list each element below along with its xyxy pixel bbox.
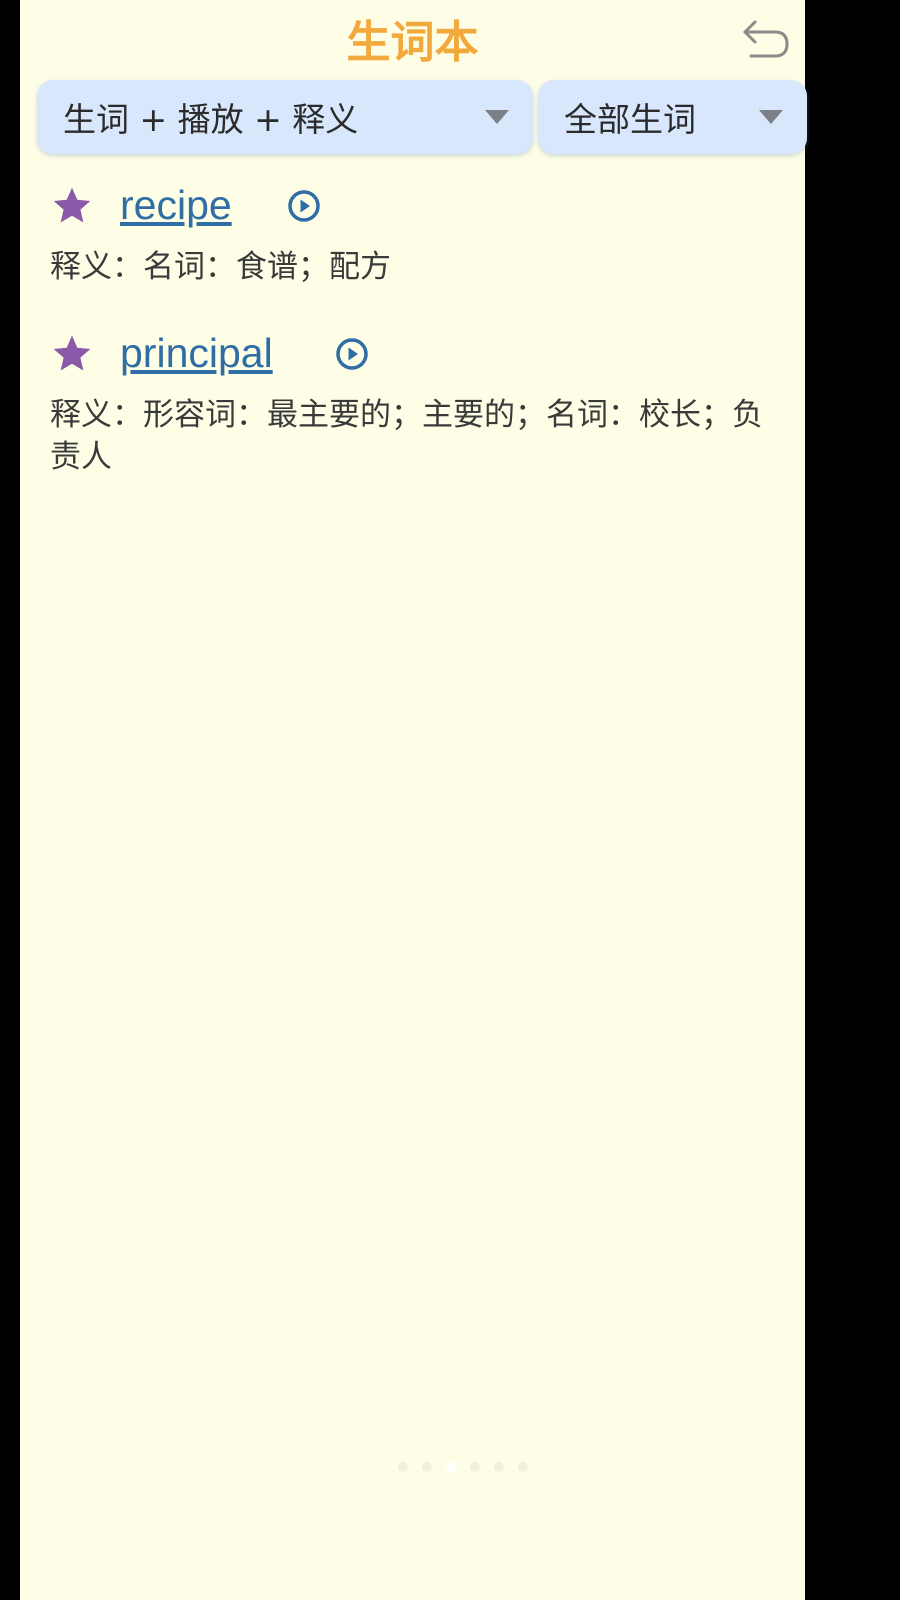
page-dot: [494, 1462, 504, 1472]
word-definition: 释义：形容词：最主要的；主要的；名词：校长；负责人: [50, 397, 763, 475]
caret-down-icon: [759, 110, 783, 124]
display-mode-dropdown[interactable]: 生词 + 播放 + 释义: [37, 80, 533, 154]
word-scope-selected: 全部生词: [564, 100, 696, 139]
word-link[interactable]: recipe: [120, 178, 232, 232]
word-link[interactable]: principal: [120, 326, 273, 380]
star-icon[interactable]: [50, 184, 94, 228]
page-indicator: [398, 1462, 528, 1472]
back-button[interactable]: [738, 12, 794, 64]
page-dot: [422, 1462, 432, 1472]
page-dot-active: [446, 1462, 456, 1472]
vocabulary-book-screen: 生词本 生词 + 播放 + 释义 全部生词 recipe 释义：名词：食谱；配方: [20, 0, 807, 1600]
word-item: principal 释义：形容词：最主要的；主要的；名词：校长；负责人: [50, 326, 780, 478]
page-dot: [398, 1462, 408, 1472]
play-audio-icon[interactable]: [334, 336, 370, 372]
display-mode-selected: 生词 + 播放 + 释义: [63, 100, 359, 139]
page-title: 生词本: [346, 17, 479, 68]
page-dot: [518, 1462, 528, 1472]
undo-arrow-icon: [743, 20, 789, 58]
caret-down-icon: [485, 110, 509, 124]
word-definition: 释义：名词：食谱；配方: [50, 249, 391, 285]
star-icon[interactable]: [50, 332, 94, 376]
play-audio-icon[interactable]: [286, 188, 322, 224]
word-scope-dropdown[interactable]: 全部生词: [538, 80, 807, 154]
page-dot: [470, 1462, 480, 1472]
word-item: recipe 释义：名词：食谱；配方: [50, 178, 780, 288]
